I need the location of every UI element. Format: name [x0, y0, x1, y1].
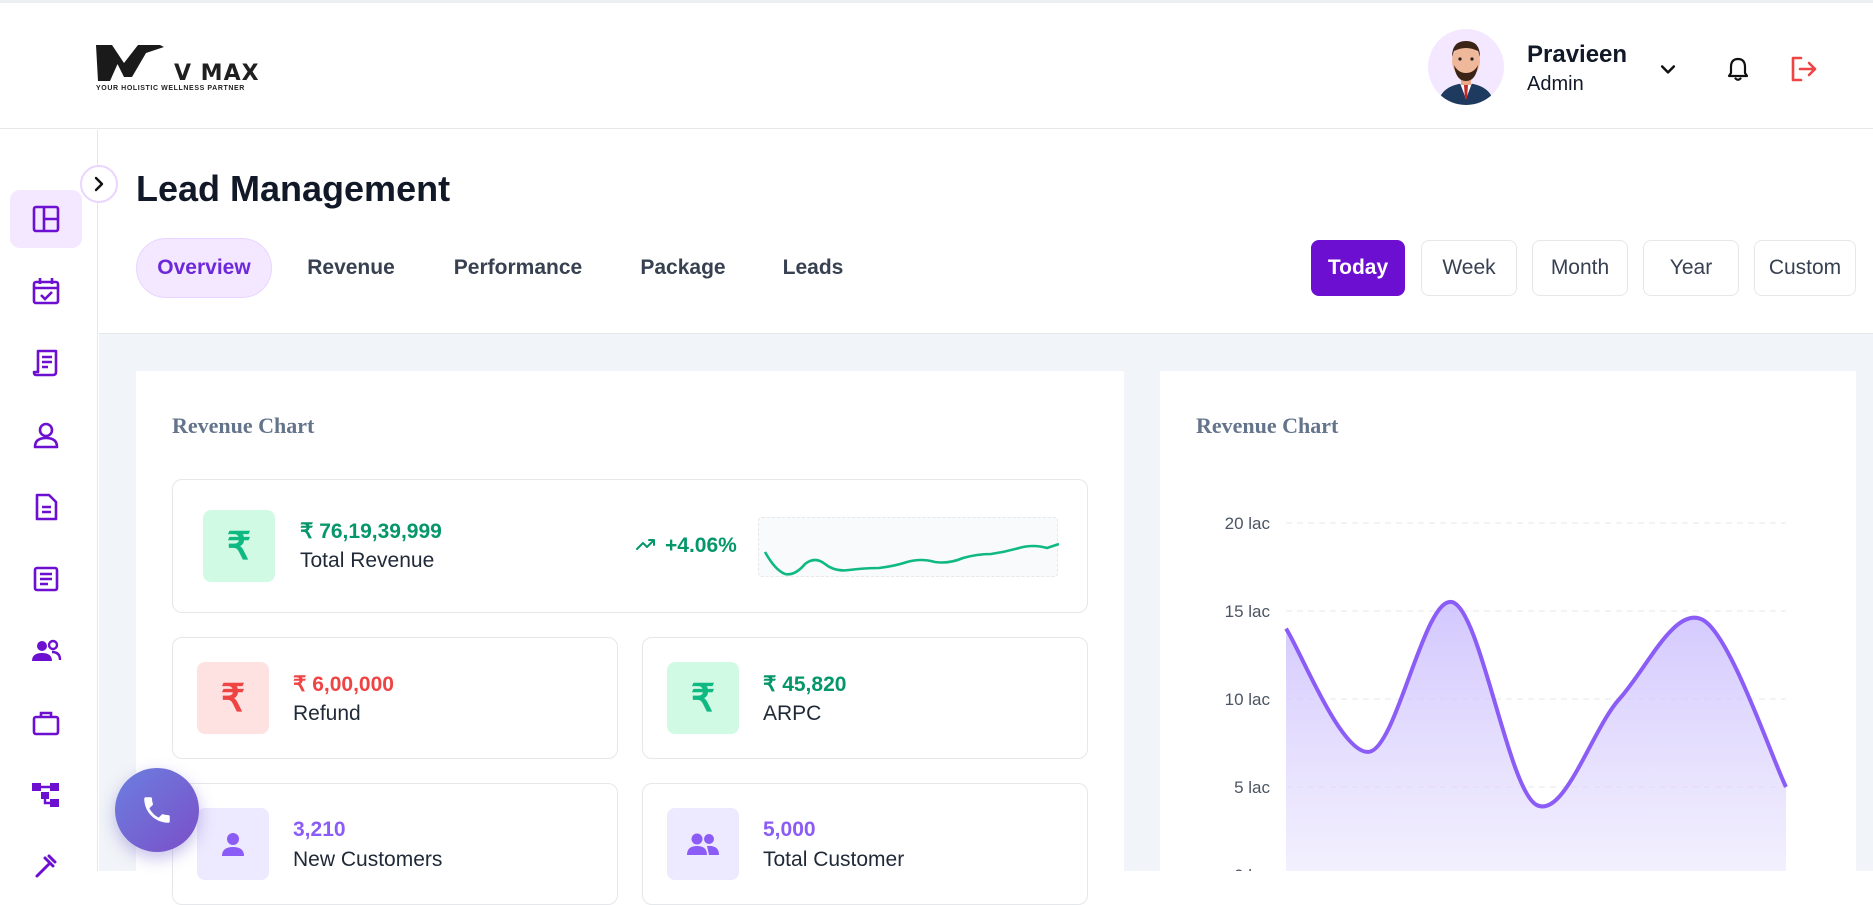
- y-tick-label: 20 lac: [1225, 514, 1271, 533]
- y-tick-label: 15 lac: [1225, 602, 1271, 621]
- new-customers-stat: 3,210 New Customers: [172, 783, 618, 905]
- sidebar-item-documents[interactable]: [10, 478, 82, 536]
- users-icon: [32, 639, 62, 661]
- total-customer-stat: 5,000 Total Customer: [642, 783, 1088, 905]
- sidebar-item-dashboard[interactable]: [10, 190, 82, 248]
- total-customer-label: Total Customer: [763, 848, 905, 871]
- hierarchy-icon: [32, 783, 59, 807]
- users-icon: [667, 808, 739, 880]
- brand-name: V MAX: [174, 61, 260, 86]
- range-month-button[interactable]: Month: [1532, 240, 1628, 296]
- range-year-button[interactable]: Year: [1643, 240, 1739, 296]
- tab-revenue[interactable]: Revenue: [296, 238, 406, 298]
- revenue-area-chart: 20 lac 15 lac 10 lac 5 lac 0 lac: [1225, 514, 1788, 871]
- sidebar-item-tools[interactable]: [10, 836, 82, 894]
- rupee-icon: ₹: [203, 510, 275, 582]
- sidebar-item-hierarchy[interactable]: [10, 766, 82, 824]
- tools-icon: [35, 854, 57, 878]
- bell-icon[interactable]: [1722, 53, 1754, 85]
- briefcase-icon: [32, 711, 60, 736]
- user-avatar-image: [1438, 41, 1494, 105]
- y-tick-label: 5 lac: [1234, 778, 1270, 797]
- rupee-icon: ₹: [197, 662, 269, 734]
- chevron-down-icon[interactable]: [1652, 53, 1684, 85]
- total-revenue-label: Total Revenue: [300, 549, 435, 572]
- user-role: Admin: [1527, 73, 1584, 95]
- sidebar-item-team[interactable]: [10, 622, 82, 680]
- revenue-sparkline: [758, 517, 1060, 577]
- total-customer-value: 5,000: [763, 818, 816, 841]
- sidebar-toggle-button[interactable]: [80, 165, 118, 203]
- area-fill: [1286, 602, 1786, 871]
- revenue-trend-value: +4.06%: [665, 534, 737, 557]
- brand-logo[interactable]: V MAX YOUR HOLISTIC WELLNESS PARTNER: [94, 41, 274, 101]
- arpc-label: ARPC: [763, 702, 822, 725]
- range-week-button[interactable]: Week: [1421, 240, 1517, 296]
- tab-overview[interactable]: Overview: [136, 238, 272, 298]
- tab-leads[interactable]: Leads: [772, 238, 854, 298]
- tab-performance[interactable]: Performance: [442, 238, 594, 298]
- y-tick-label: 0 lac: [1234, 866, 1270, 871]
- app-header: V MAX YOUR HOLISTIC WELLNESS PARTNER Pra…: [0, 3, 1873, 129]
- phone-icon: [144, 797, 170, 823]
- sidebar-item-billing[interactable]: [10, 334, 82, 392]
- logo-mark-icon: [96, 45, 164, 81]
- avatar[interactable]: [1428, 29, 1504, 105]
- refund-label: Refund: [293, 702, 361, 725]
- revenue-summary-title: Revenue Chart: [172, 413, 315, 438]
- document-icon: [35, 493, 58, 521]
- sidebar-item-profile[interactable]: [10, 406, 82, 464]
- tab-package[interactable]: Package: [630, 238, 736, 298]
- user-name: Pravieen: [1527, 41, 1628, 68]
- user-icon: [33, 422, 59, 449]
- sidebar: [0, 130, 98, 878]
- y-tick-label: 10 lac: [1225, 690, 1271, 709]
- receipt-icon: [32, 349, 58, 377]
- arpc-stat: ₹ ₹ 45,820 ARPC: [642, 637, 1088, 759]
- new-customers-value: 3,210: [293, 818, 346, 841]
- list-icon: [33, 566, 59, 592]
- trending-up-icon: [636, 539, 655, 550]
- refund-stat: ₹ ₹ 6,00,000 Refund: [172, 637, 618, 759]
- dashboard-icon: [32, 205, 60, 233]
- refund-value: ₹ 6,00,000: [293, 673, 394, 696]
- total-revenue-value: ₹ 76,19,39,999: [300, 520, 442, 543]
- chevron-right-icon: [94, 176, 104, 192]
- logout-icon[interactable]: [1788, 53, 1820, 85]
- sidebar-item-calendar[interactable]: [10, 262, 82, 320]
- page-title: Lead Management: [136, 168, 451, 209]
- calendar-check-icon: [32, 278, 60, 305]
- new-customers-label: New Customers: [293, 848, 443, 871]
- user-icon: [197, 808, 269, 880]
- brand-tagline: YOUR HOLISTIC WELLNESS PARTNER: [96, 85, 245, 92]
- sidebar-item-reports[interactable]: [10, 550, 82, 608]
- call-button[interactable]: [115, 768, 199, 852]
- range-today-button[interactable]: Today: [1311, 240, 1405, 296]
- sidebar-item-packages[interactable]: [10, 694, 82, 752]
- arpc-value: ₹ 45,820: [763, 673, 847, 696]
- rupee-icon: ₹: [667, 662, 739, 734]
- range-custom-button[interactable]: Custom: [1754, 240, 1856, 296]
